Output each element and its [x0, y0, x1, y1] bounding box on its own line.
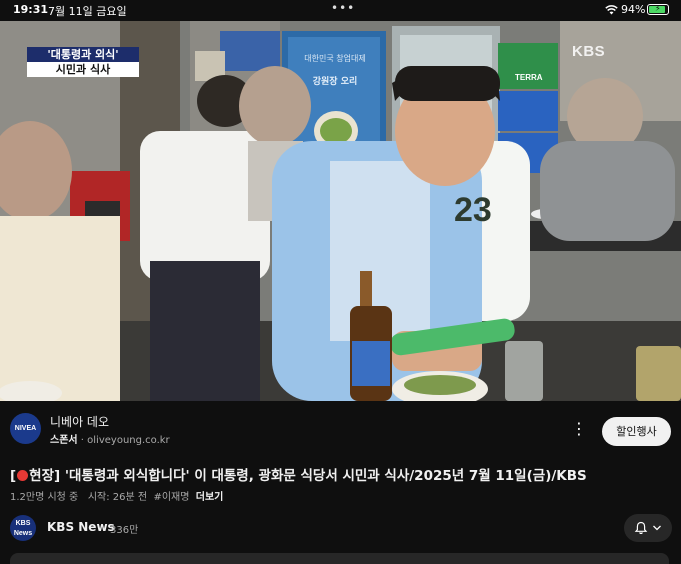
video-player[interactable]: '대통령과 외식' 시민과 식사 KBS 대한민국 창업대제 강원장 오리 TE…: [0, 21, 681, 401]
kbs-watermark: KBS: [572, 43, 606, 60]
sponsor-url: oliveyoung.co.kr: [87, 435, 170, 446]
more-vertical-icon[interactable]: ⋮: [571, 420, 587, 438]
more-description-link[interactable]: 더보기: [196, 492, 224, 503]
jersey-number: 23: [454, 191, 492, 229]
advertiser-logo[interactable]: NIVEA: [10, 413, 41, 444]
battery-icon: ⚡: [647, 4, 669, 15]
status-time: 19:31: [13, 3, 49, 16]
channel-avatar[interactable]: KBS News: [10, 515, 36, 541]
live-red-dot-icon: [17, 470, 29, 481]
title-bracket: [: [10, 468, 17, 484]
hashtag[interactable]: #이재명: [153, 492, 189, 503]
ad-sponsor: 스폰서 · oliveyoung.co.kr: [50, 431, 170, 446]
channel-row: KBS News KBS News 336만: [0, 510, 681, 544]
multitask-dots[interactable]: •••: [331, 1, 355, 15]
beer-crate-brand: TERRA: [515, 73, 543, 82]
ad-cta-button[interactable]: 할인행사: [602, 417, 671, 446]
comments-preview-panel[interactable]: [10, 553, 669, 564]
notification-bell-button[interactable]: [624, 514, 672, 542]
avatar-line-2: News: [13, 530, 33, 537]
wifi-icon: [605, 5, 618, 15]
bell-icon: [634, 521, 648, 535]
sponsor-label: 스폰서: [50, 435, 78, 446]
poster-line: 대한민국 창업대제: [304, 54, 366, 63]
news-caption-top: '대통령과 외식': [27, 47, 139, 62]
channel-name[interactable]: KBS News: [47, 520, 115, 534]
video-meta[interactable]: 1.2만명 시청 중 시작: 26분 전 #이재명 더보기: [10, 488, 223, 503]
video-title[interactable]: [ 현장] '대통령과 외식합니다' 이 대통령, 광화문 식당서 시민과 식사/…: [10, 464, 675, 484]
battery-percentage: 94%: [621, 3, 646, 16]
stream-start: 시작: 26분 전: [87, 492, 148, 503]
status-bar: 19:31 7월 11일 금요일 ••• 94% ⚡: [0, 0, 681, 20]
avatar-line-1: KBS: [15, 520, 31, 527]
charging-bolt-icon: ⚡: [655, 4, 661, 13]
ad-row[interactable]: NIVEA 니베아 데오 스폰서 · oliveyoung.co.kr ⋮ 할인…: [0, 403, 681, 455]
chevron-down-icon: [653, 525, 661, 531]
ad-title[interactable]: 니베아 데오: [50, 413, 109, 430]
poster-title: 강원장 오리: [312, 77, 358, 87]
title-text: 현장] '대통령과 외식합니다' 이 대통령, 광화문 식당서 시민과 식사/2…: [29, 468, 587, 484]
status-date: 7월 11일 금요일: [48, 5, 127, 18]
subscriber-count: 336만: [110, 525, 139, 536]
viewer-count: 1.2만명 시청 중: [10, 492, 79, 503]
news-caption-bottom: 시민과 식사: [27, 62, 139, 77]
